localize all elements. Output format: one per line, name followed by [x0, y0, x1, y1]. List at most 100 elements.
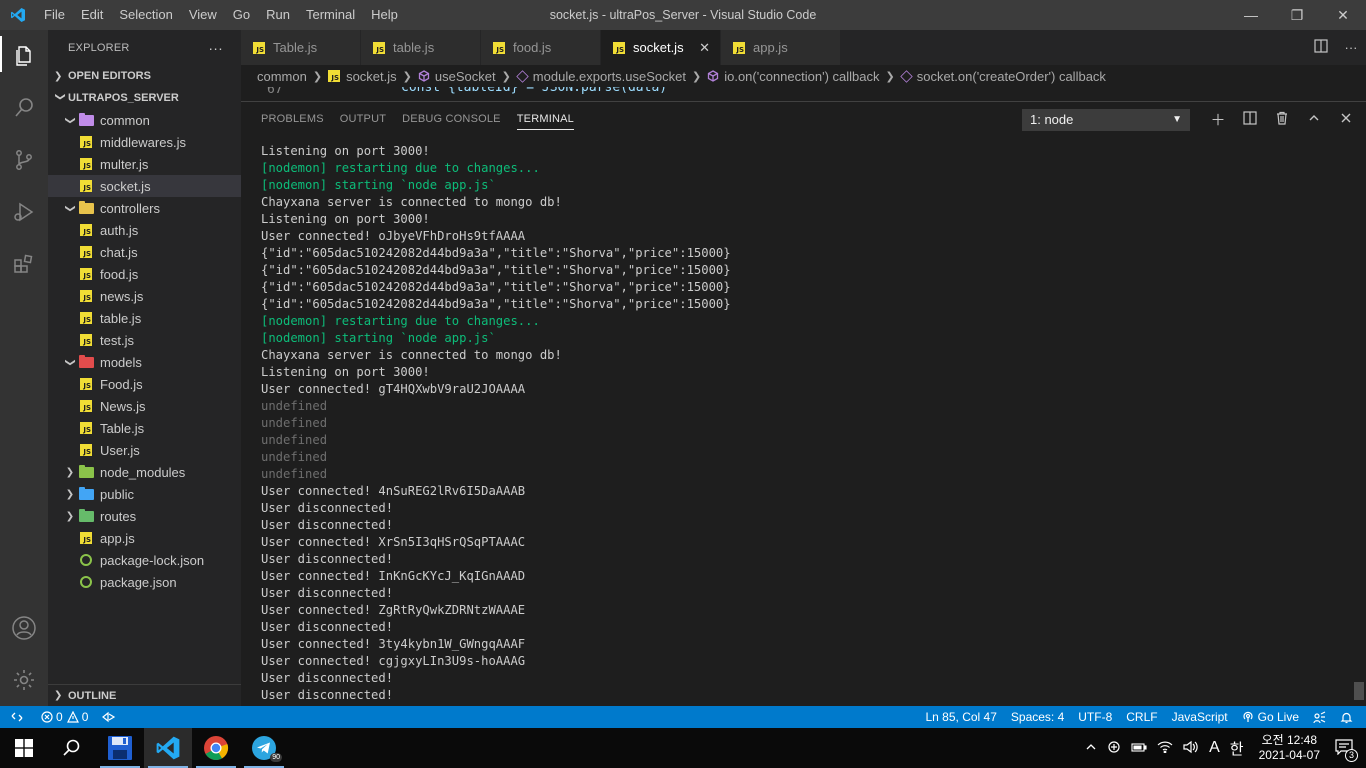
- taskbar-telegram-icon[interactable]: 90: [240, 728, 288, 768]
- extensions-icon[interactable]: [0, 238, 48, 290]
- taskbar-search-icon[interactable]: [48, 728, 96, 768]
- folder-controllers[interactable]: ❯ controllers: [48, 197, 241, 219]
- live-share-icon[interactable]: [95, 711, 123, 723]
- close-window-button[interactable]: ✕: [1320, 0, 1366, 30]
- source-control-icon[interactable]: [0, 134, 48, 186]
- split-terminal-icon[interactable]: [1234, 110, 1266, 129]
- file-news-js[interactable]: JS news.js: [48, 285, 241, 307]
- file-news-js[interactable]: JS News.js: [48, 395, 241, 417]
- terminal-select[interactable]: 1: node ▼: [1022, 108, 1190, 131]
- file-food-js[interactable]: JS food.js: [48, 263, 241, 285]
- language-mode[interactable]: JavaScript: [1165, 710, 1235, 724]
- settings-gear-icon[interactable]: [0, 654, 48, 706]
- breadcrumb-item[interactable]: module.exports.useSocket: [516, 69, 686, 84]
- accounts-icon[interactable]: [0, 602, 48, 654]
- file-food-js[interactable]: JS Food.js: [48, 373, 241, 395]
- file-socket-js[interactable]: JS socket.js: [48, 175, 241, 197]
- workspace-root-section[interactable]: ❯ ULTRAPOS_SERVER: [48, 87, 241, 109]
- folder-common[interactable]: ❯ common: [48, 109, 241, 131]
- panel-tab-terminal[interactable]: TERMINAL: [509, 102, 582, 137]
- panel-tab-output[interactable]: OUTPUT: [332, 102, 394, 137]
- breadcrumb-item[interactable]: socket.on('createOrder') callback: [899, 69, 1106, 84]
- explorer-icon[interactable]: [0, 30, 48, 82]
- split-editor-icon[interactable]: [1306, 39, 1336, 56]
- maximize-panel-chevron-up-icon[interactable]: [1298, 111, 1330, 128]
- file-package-lock-json[interactable]: package-lock.json: [48, 549, 241, 571]
- menu-help[interactable]: Help: [363, 0, 406, 30]
- folder-node-modules[interactable]: ❯ node_modules: [48, 461, 241, 483]
- feedback-icon[interactable]: [1306, 710, 1333, 724]
- taskbar-vscode-icon[interactable]: [144, 728, 192, 768]
- menu-terminal[interactable]: Terminal: [298, 0, 363, 30]
- more-actions-icon[interactable]: ···: [208, 40, 223, 56]
- menu-selection[interactable]: Selection: [111, 0, 180, 30]
- menu-run[interactable]: Run: [258, 0, 298, 30]
- terminal-scrollbar[interactable]: [1354, 682, 1364, 700]
- file-test-js[interactable]: JS test.js: [48, 329, 241, 351]
- folder-routes[interactable]: ❯ routes: [48, 505, 241, 527]
- tab-app-js[interactable]: JS app.js: [721, 30, 841, 65]
- tab-table-js[interactable]: JS table.js: [361, 30, 481, 65]
- volume-icon[interactable]: [1178, 740, 1204, 757]
- code-line[interactable]: const {tableId} = JSON.parse(data): [401, 87, 667, 95]
- tab-table-js[interactable]: JS Table.js: [241, 30, 361, 65]
- breadcrumb-item[interactable]: io.on('connection') callback: [707, 69, 880, 84]
- breadcrumb-item[interactable]: useSocket: [418, 69, 496, 84]
- more-actions-icon[interactable]: ···: [1336, 40, 1366, 55]
- file-table-js[interactable]: JS table.js: [48, 307, 241, 329]
- menu-go[interactable]: Go: [225, 0, 258, 30]
- new-terminal-plus-icon[interactable]: ＋: [1202, 109, 1234, 130]
- encoding[interactable]: UTF-8: [1071, 710, 1119, 724]
- menu-edit[interactable]: Edit: [73, 0, 111, 30]
- file-multer-js[interactable]: JS multer.js: [48, 153, 241, 175]
- file-auth-js[interactable]: JS auth.js: [48, 219, 241, 241]
- clock[interactable]: 오전 12:48 2021-04-07: [1249, 733, 1330, 763]
- tray-app-icon[interactable]: [1102, 740, 1126, 757]
- panel-tab-debug-console[interactable]: DEBUG CONSOLE: [394, 102, 509, 137]
- windows-start-icon[interactable]: [0, 728, 48, 768]
- file-table-js[interactable]: JS Table.js: [48, 417, 241, 439]
- remote-indicator-icon[interactable]: [0, 711, 34, 723]
- folder-public[interactable]: ❯ public: [48, 483, 241, 505]
- menu-view[interactable]: View: [181, 0, 225, 30]
- panel-tab-problems[interactable]: PROBLEMS: [253, 102, 332, 137]
- file-package-json[interactable]: package.json: [48, 571, 241, 593]
- tray-chevron-up-icon[interactable]: [1080, 740, 1102, 756]
- ime-language[interactable]: 한: [1225, 738, 1249, 759]
- ime-mode[interactable]: A: [1204, 739, 1225, 757]
- minimize-button[interactable]: —: [1228, 0, 1274, 30]
- terminal-line: {"id":"605dac510242082d44bd9a3a","title"…: [261, 246, 731, 260]
- close-panel-icon[interactable]: [1330, 111, 1362, 128]
- file-chat-js[interactable]: JS chat.js: [48, 241, 241, 263]
- close-tab-icon[interactable]: ✕: [699, 40, 710, 56]
- chevron-down-icon: ❯: [64, 115, 76, 125]
- folder-models[interactable]: ❯ models: [48, 351, 241, 373]
- outline-section[interactable]: ❯ OUTLINE: [48, 684, 241, 706]
- problems-status[interactable]: 0 0: [34, 710, 95, 724]
- end-of-line[interactable]: CRLF: [1119, 710, 1164, 724]
- breadcrumb-item[interactable]: common: [257, 69, 307, 84]
- taskbar-save-app-icon[interactable]: [96, 728, 144, 768]
- taskbar-chrome-icon[interactable]: [192, 728, 240, 768]
- run-debug-icon[interactable]: [0, 186, 48, 238]
- terminal-output[interactable]: Listening on port 3000! [nodemon] restart…: [261, 143, 1351, 704]
- kill-terminal-trash-icon[interactable]: [1266, 111, 1298, 129]
- tab-food-js[interactable]: JS food.js: [481, 30, 601, 65]
- file-app-js[interactable]: JS app.js: [48, 527, 241, 549]
- menu-file[interactable]: File: [36, 0, 73, 30]
- file-user-js[interactable]: JS User.js: [48, 439, 241, 461]
- battery-icon[interactable]: [1126, 740, 1152, 756]
- search-icon[interactable]: [0, 82, 48, 134]
- open-editors-section[interactable]: ❯ OPEN EDITORS: [48, 65, 241, 87]
- vscode-logo-icon[interactable]: [0, 0, 36, 30]
- go-live-button[interactable]: Go Live: [1235, 710, 1306, 724]
- file-middlewares-js[interactable]: JS middlewares.js: [48, 131, 241, 153]
- cursor-position[interactable]: Ln 85, Col 47: [919, 710, 1004, 724]
- restore-button[interactable]: ❐: [1274, 0, 1320, 30]
- wifi-icon[interactable]: [1152, 740, 1178, 756]
- notifications-bell-icon[interactable]: [1333, 711, 1360, 724]
- breadcrumb-item[interactable]: JS socket.js: [328, 69, 397, 84]
- tab-socket-js[interactable]: JS socket.js ✕: [601, 30, 721, 65]
- action-center-icon[interactable]: 3: [1330, 738, 1358, 762]
- indentation[interactable]: Spaces: 4: [1004, 710, 1071, 724]
